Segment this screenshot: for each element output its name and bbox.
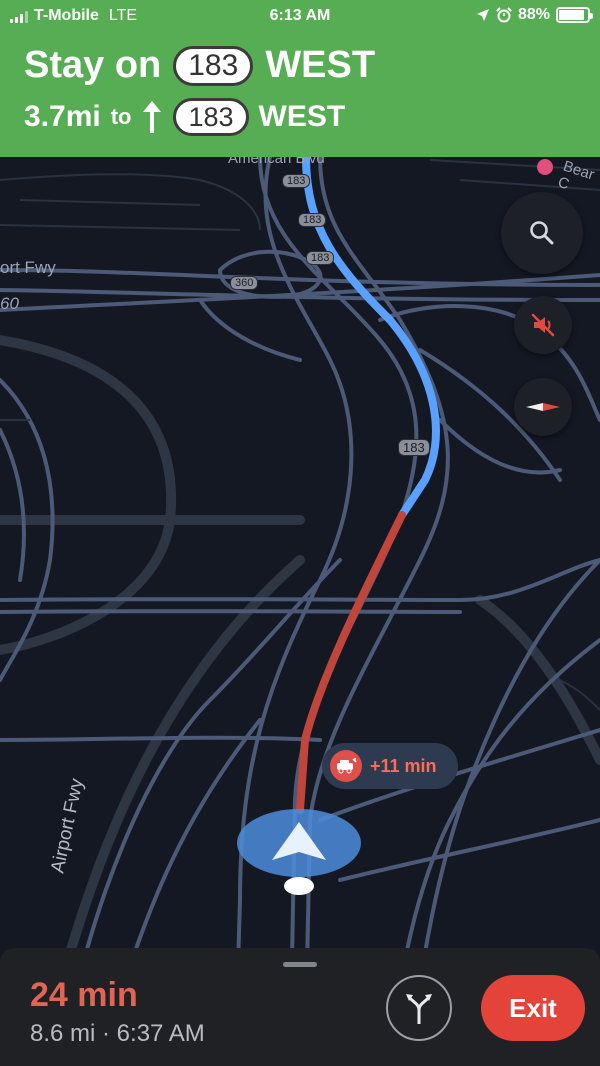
instruction-prefix: Stay on xyxy=(24,44,162,86)
location-arrow-icon xyxy=(476,9,489,21)
route-shield: 183 xyxy=(298,213,327,227)
muted-speaker-icon xyxy=(531,313,555,337)
fork-routes-icon xyxy=(406,994,432,1024)
traffic-delay-text: +11 min xyxy=(370,755,437,776)
route-shield-next: 183 xyxy=(173,98,249,136)
traffic-incident-icon xyxy=(330,750,362,782)
instruction-direction: WEST xyxy=(265,44,376,86)
map-label-60: 60 xyxy=(0,294,19,313)
battery-percent: 88% xyxy=(517,6,550,23)
straight-arrow-icon xyxy=(143,101,162,133)
exit-navigation-button[interactable]: Exit xyxy=(481,975,585,1041)
compass-icon xyxy=(526,403,560,411)
battery-icon xyxy=(556,7,593,23)
compass-button[interactable] xyxy=(514,378,572,436)
eta-details: 8.6 mi · 6:37 AM xyxy=(30,1020,205,1047)
alarm-clock-icon xyxy=(496,7,512,23)
alternate-routes-button[interactable] xyxy=(386,975,452,1041)
search-button[interactable] xyxy=(501,192,583,274)
search-icon xyxy=(530,221,554,245)
route-shield-primary: 183 xyxy=(173,45,254,86)
current-instruction: Stay on 183 WEST xyxy=(24,44,375,87)
trip-summary-sheet[interactable]: 24 min 8.6 mi · 6:37 AM Exit xyxy=(0,948,600,1066)
to-label: to xyxy=(110,104,132,129)
traffic-delay-badge[interactable]: +11 min xyxy=(322,743,458,789)
distance-to-next: 3.7mi xyxy=(24,100,101,133)
route-shield: 183 xyxy=(282,174,311,188)
mute-button[interactable] xyxy=(514,296,572,354)
map-label-airport-fwy-left: ort Fwy xyxy=(0,258,56,277)
next-direction: WEST xyxy=(258,100,346,133)
drag-handle[interactable] xyxy=(283,962,317,967)
next-instruction: 3.7mi to 183 WEST xyxy=(24,98,345,136)
status-bar: T-Mobile LTE 6:13 AM 88% xyxy=(0,0,600,32)
eta-duration: 24 min xyxy=(30,976,138,1014)
route-shield: 183 xyxy=(306,251,335,265)
route-shield: 183 xyxy=(398,439,430,456)
route-shield: 360 xyxy=(230,276,259,290)
navigation-instruction-banner[interactable]: T-Mobile LTE 6:13 AM 88% Stay on 183 WES… xyxy=(0,0,600,157)
